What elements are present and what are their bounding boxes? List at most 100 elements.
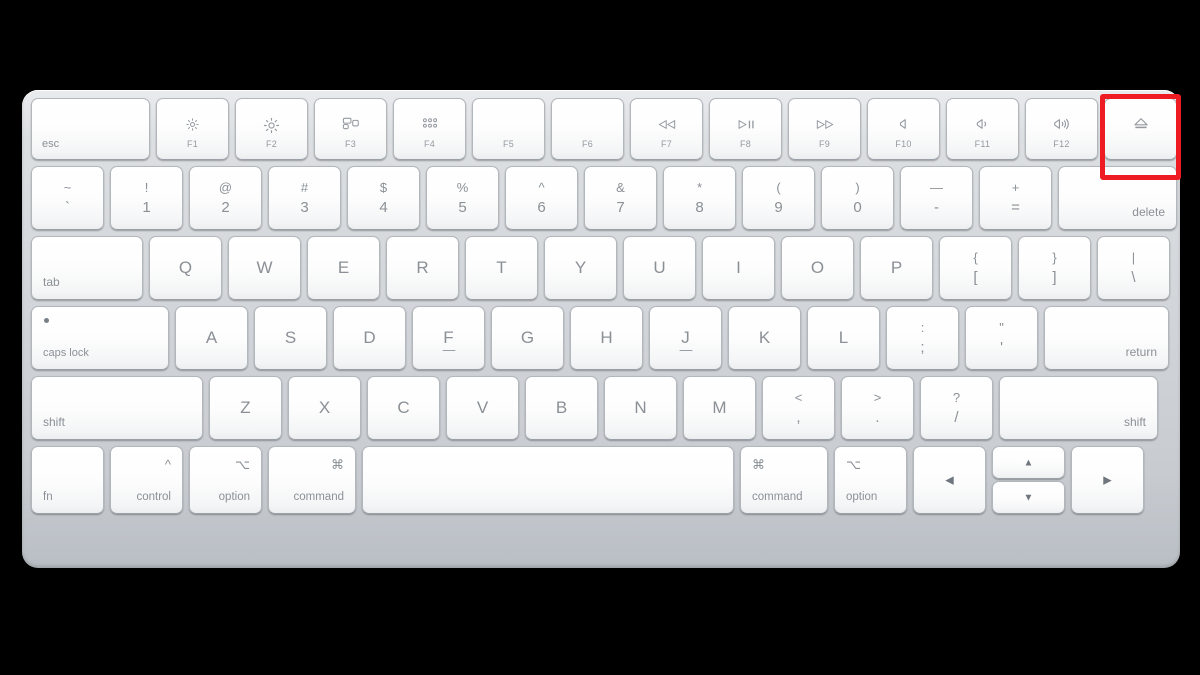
- key-f12-label: F12: [1053, 139, 1070, 149]
- key-f9[interactable]: F9: [788, 98, 861, 160]
- key-shift-right[interactable]: shift: [999, 376, 1158, 440]
- key-e[interactable]: E: [307, 236, 380, 300]
- key-f1-label: F1: [186, 139, 199, 149]
- key-l[interactable]: L: [807, 306, 880, 370]
- key-4[interactable]: $ 4: [347, 166, 420, 230]
- key-6[interactable]: ^ 6: [505, 166, 578, 230]
- key-command-left[interactable]: ⌘ command: [268, 446, 356, 514]
- key-return[interactable]: return: [1044, 306, 1169, 370]
- key-eject[interactable]: [1104, 98, 1177, 160]
- command-glyph-icon: ⌘: [752, 457, 765, 472]
- key-quote[interactable]: " ': [965, 306, 1038, 370]
- key-arrow-right[interactable]: ▶: [1071, 446, 1144, 514]
- key-backslash[interactable]: | \: [1097, 236, 1170, 300]
- key-grave-label: `: [65, 199, 70, 216]
- key-bracket-right[interactable]: } ]: [1018, 236, 1091, 300]
- key-v[interactable]: V: [446, 376, 519, 440]
- key-k[interactable]: K: [728, 306, 801, 370]
- key-f10[interactable]: F10: [867, 98, 940, 160]
- key-8[interactable]: * 8: [663, 166, 736, 230]
- key-f11[interactable]: F11: [946, 98, 1019, 160]
- key-f4[interactable]: F4: [393, 98, 466, 160]
- key-option-left[interactable]: ⌥ option: [189, 446, 262, 514]
- key-f7[interactable]: F7: [630, 98, 703, 160]
- key-command-right[interactable]: ⌘ command: [740, 446, 828, 514]
- key-equal-shift-label: +: [1011, 180, 1020, 195]
- key-control[interactable]: ^ control: [110, 446, 183, 514]
- key-c[interactable]: C: [367, 376, 440, 440]
- key-arrow-up[interactable]: ▲: [992, 446, 1065, 479]
- key-f2[interactable]: F2: [235, 98, 308, 160]
- key-f1[interactable]: F1: [156, 98, 229, 160]
- modifier-key-row: fn ^ control ⌥ option ⌘ command ⌘ comman…: [31, 446, 1171, 514]
- key-u[interactable]: U: [623, 236, 696, 300]
- key-arrow-left[interactable]: ◀: [913, 446, 986, 514]
- key-w[interactable]: W: [228, 236, 301, 300]
- key-b[interactable]: B: [525, 376, 598, 440]
- key-option-right-label: option: [846, 491, 878, 503]
- mute-icon: [868, 117, 939, 133]
- key-2[interactable]: @ 2: [189, 166, 262, 230]
- key-f3[interactable]: F3: [314, 98, 387, 160]
- key-semicolon[interactable]: : ;: [886, 306, 959, 370]
- key-tab[interactable]: tab: [31, 236, 143, 300]
- key-slash[interactable]: ? /: [920, 376, 993, 440]
- key-grave[interactable]: ~ `: [31, 166, 104, 230]
- key-1[interactable]: ! 1: [110, 166, 183, 230]
- key-x[interactable]: X: [288, 376, 361, 440]
- key-comma[interactable]: < ,: [762, 376, 835, 440]
- key-j[interactable]: J: [649, 306, 722, 370]
- key-o[interactable]: O: [781, 236, 854, 300]
- key-g[interactable]: G: [491, 306, 564, 370]
- key-space[interactable]: [362, 446, 734, 514]
- key-f5[interactable]: F5: [472, 98, 545, 160]
- key-delete[interactable]: delete: [1058, 166, 1177, 230]
- key-0-shift-label: ): [855, 180, 860, 195]
- key-f12[interactable]: F12: [1025, 98, 1098, 160]
- key-fn-label: fn: [43, 491, 53, 503]
- key-0[interactable]: ) 0: [821, 166, 894, 230]
- key-p[interactable]: P: [860, 236, 933, 300]
- key-3[interactable]: # 3: [268, 166, 341, 230]
- key-shift-right-label: shift: [1123, 415, 1146, 429]
- key-esc[interactable]: esc: [31, 98, 150, 160]
- key-n[interactable]: N: [604, 376, 677, 440]
- key-option-right[interactable]: ⌥ option: [834, 446, 907, 514]
- key-arrow-down[interactable]: ▼: [992, 481, 1065, 514]
- key-m[interactable]: M: [683, 376, 756, 440]
- key-s-label: S: [284, 328, 297, 347]
- option-glyph-icon: ⌥: [235, 457, 250, 472]
- key-z[interactable]: Z: [209, 376, 282, 440]
- key-equal[interactable]: + =: [979, 166, 1052, 230]
- key-c-label: C: [397, 398, 410, 417]
- key-caps-lock[interactable]: caps lock: [31, 306, 169, 370]
- key-backslash-label: \: [1131, 269, 1136, 286]
- number-key-row: ~ ` ! 1 @ 2 # 3 $ 4 % 5 ^ 6 & 7 * 8 (9 …: [31, 166, 1177, 230]
- key-period[interactable]: > .: [841, 376, 914, 440]
- key-bracket-left[interactable]: { [: [939, 236, 1012, 300]
- key-s[interactable]: S: [254, 306, 327, 370]
- fast-forward-icon: [789, 117, 860, 133]
- key-5[interactable]: % 5: [426, 166, 499, 230]
- key-a[interactable]: A: [175, 306, 248, 370]
- key-7[interactable]: & 7: [584, 166, 657, 230]
- key-r-label: R: [416, 258, 429, 277]
- key-y[interactable]: Y: [544, 236, 617, 300]
- key-f6[interactable]: F6: [551, 98, 624, 160]
- key-9[interactable]: ( 9: [742, 166, 815, 230]
- key-d[interactable]: D: [333, 306, 406, 370]
- key-backslash-shift-label: |: [1131, 250, 1136, 265]
- key-t[interactable]: T: [465, 236, 538, 300]
- key-q[interactable]: Q: [149, 236, 222, 300]
- key-f8[interactable]: F8: [709, 98, 782, 160]
- home-row-bump-indicator: [679, 349, 692, 351]
- key-shift-left[interactable]: shift: [31, 376, 203, 440]
- key-h[interactable]: H: [570, 306, 643, 370]
- key-minus[interactable]: — -: [900, 166, 973, 230]
- key-5-label: 5: [458, 199, 467, 216]
- key-r[interactable]: R: [386, 236, 459, 300]
- key-f[interactable]: F: [412, 306, 485, 370]
- key-i[interactable]: I: [702, 236, 775, 300]
- key-fn[interactable]: fn: [31, 446, 104, 514]
- key-f2-label: F2: [265, 139, 278, 149]
